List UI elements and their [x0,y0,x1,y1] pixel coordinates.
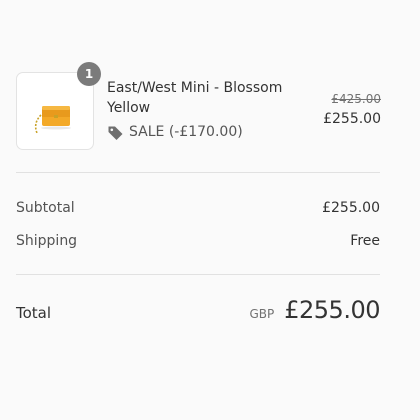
shipping-row: Shipping Free [16,229,380,253]
subtotal-row: Subtotal £255.00 [16,196,380,220]
handbag-image [34,106,71,134]
item-price: £255.00 [323,111,381,127]
order-summary: 1 East/West Mini - Blossom Yellow SALE (… [0,0,420,420]
subtotal-label: Subtotal [16,200,75,216]
divider [16,274,380,275]
total-amount: £255.00 [284,296,380,324]
product-name: East/West Mini - Blossom Yellow [107,80,283,116]
subtotal-value: £255.00 [322,200,380,216]
divider [16,172,380,173]
discount-label: SALE (-£170.00) [107,121,243,143]
original-price: £425.00 [331,92,381,106]
shipping-label: Shipping [16,233,78,249]
shipping-value: Free [350,233,380,249]
quantity-badge: 1 [77,62,101,86]
product-line-item: 1 East/West Mini - Blossom Yellow SALE (… [0,0,420,172]
price-tag-icon [108,126,123,140]
discount-text: SALE (-£170.00) [129,124,243,140]
total-label: Total [16,304,52,322]
currency-code: GBP [249,307,275,321]
total-row: Total GBP £255.00 [16,296,380,332]
total-amount-group: GBP £255.00 [249,296,380,324]
